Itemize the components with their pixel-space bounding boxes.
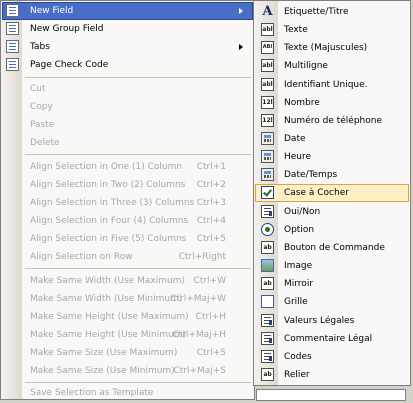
submenu-item-relier[interactable]: ab Relier: [255, 366, 409, 384]
background-panel: [255, 388, 413, 403]
submenu-item-case-a-cocher[interactable]: Case à Cocher: [255, 184, 409, 202]
submenu-item-bouton-commande[interactable]: ab Bouton de Commande: [255, 239, 409, 257]
submenu-item-image[interactable]: Image: [255, 257, 409, 275]
multiline-icon: abl: [261, 59, 274, 72]
context-menu: New Field New Group Field Tabs Page Chec…: [0, 0, 255, 400]
menu-item-same-width-min[interactable]: Make Same Width (Use Minimum) Ctrl+Maj+W: [2, 290, 253, 308]
option-icon: [261, 223, 274, 236]
menu-item-save-template[interactable]: Save Selection as Template: [2, 384, 253, 402]
submenu-item-grille[interactable]: Grille: [255, 293, 409, 311]
checkbox-icon: [261, 186, 274, 199]
submenu-item-oui-non[interactable]: Oui/Non: [255, 203, 409, 221]
submenu-item-option[interactable]: Option: [255, 221, 409, 239]
submenu-item-mirroir[interactable]: ab Mirroir: [255, 275, 409, 293]
menu-separator: [25, 382, 251, 383]
text-label-icon: A: [262, 5, 273, 18]
yes-no-icon: [261, 205, 274, 218]
menu-item-paste[interactable]: Paste: [2, 116, 253, 134]
submenu-arrow-icon: [239, 44, 243, 50]
legal-comment-icon: [261, 332, 274, 345]
menu-item-tabs[interactable]: Tabs: [2, 38, 253, 56]
menu-separator: [25, 268, 251, 269]
menu-item-new-group-field[interactable]: New Group Field: [2, 20, 253, 38]
background-field: [256, 389, 406, 401]
submenu-item-texte-majuscules[interactable]: ABl Texte (Majuscules): [255, 39, 409, 57]
command-button-icon: ab: [261, 241, 274, 254]
menu-separator: [25, 77, 251, 78]
submenu-item-texte[interactable]: abl Texte: [255, 21, 409, 39]
legal-values-icon: [261, 314, 274, 327]
submenu-item-codes[interactable]: Codes: [255, 348, 409, 366]
submenu-item-multiligne[interactable]: abl Multiligne: [255, 57, 409, 75]
menu-item-copy[interactable]: Copy: [2, 98, 253, 116]
submenu-item-heure[interactable]: Heure: [255, 148, 409, 166]
datetime-icon: [261, 168, 274, 181]
unique-id-icon: abl: [261, 78, 274, 91]
menu-item-same-size-max[interactable]: Make Same Size (Use Maximum) Ctrl+S: [2, 344, 253, 362]
new-group-field-icon: [6, 22, 19, 35]
submenu-item-nombre[interactable]: 12l Nombre: [255, 94, 409, 112]
menu-item-page-check-code[interactable]: Page Check Code: [2, 56, 253, 74]
menu-item-align-on-row[interactable]: Align Selection on Row Ctrl+Right: [2, 248, 253, 266]
menu-item-align-two-columns[interactable]: Align Selection in Two (2) Columns Ctrl+…: [2, 176, 253, 194]
menu-item-align-four-columns[interactable]: Align Selection in Four (4) Columns Ctrl…: [2, 212, 253, 230]
menu-item-same-height-max[interactable]: Make Same Height (Use Maximum) Ctrl+H: [2, 308, 253, 326]
submenu-item-numero-telephone[interactable]: 12l Numéro de téléphone: [255, 112, 409, 130]
menu-item-same-size-min[interactable]: Make Same Size (Use Minimum) Ctrl+Maj+S: [2, 362, 253, 380]
submenu-item-date-temps[interactable]: Date/Temps: [255, 166, 409, 184]
phone-number-icon: 12l: [261, 114, 274, 127]
number-icon: 12l: [261, 96, 274, 109]
new-field-submenu: A Etiquette/Titre abl Texte ABl Texte (M…: [253, 0, 411, 386]
new-field-icon: [6, 4, 19, 17]
tabs-icon: [6, 40, 19, 53]
date-icon: [261, 132, 274, 145]
submenu-item-valeurs-legales[interactable]: Valeurs Légales: [255, 312, 409, 330]
submenu-item-date[interactable]: Date: [255, 130, 409, 148]
grid-icon: [261, 295, 274, 308]
menu-item-same-width-max[interactable]: Make Same Width (Use Maximum) Ctrl+W: [2, 272, 253, 290]
time-icon: [261, 150, 274, 163]
submenu-arrow-icon: [239, 8, 243, 14]
menu-item-same-height-min[interactable]: Make Same Height (Use Minimum) Ctrl+Maj+…: [2, 326, 253, 344]
submenu-item-identifiant-unique[interactable]: abl Identifiant Unique.: [255, 76, 409, 94]
submenu-item-commentaire-legal[interactable]: Commentaire Légal: [255, 330, 409, 348]
menu-item-new-field[interactable]: New Field: [2, 2, 253, 20]
submenu-item-etiquette-titre[interactable]: A Etiquette/Titre: [255, 3, 409, 21]
uppercase-textbox-icon: ABl: [261, 41, 274, 54]
codes-icon: [261, 350, 274, 363]
menu-separator: [25, 154, 251, 155]
menu-item-align-five-columns[interactable]: Align Selection in Five (5) Columns Ctrl…: [2, 230, 253, 248]
menu-item-align-three-columns[interactable]: Align Selection in Three (3) Columns Ctr…: [2, 194, 253, 212]
relate-icon: ab: [261, 368, 274, 381]
textbox-icon: abl: [261, 23, 274, 36]
check-code-icon: [6, 58, 19, 71]
image-icon: [261, 259, 274, 272]
menu-item-align-one-column[interactable]: Align Selection in One (1) Column Ctrl+1: [2, 158, 253, 176]
mirror-icon: ab: [261, 277, 274, 290]
menu-item-cut[interactable]: Cut: [2, 80, 253, 98]
menu-item-delete[interactable]: Delete: [2, 134, 253, 152]
